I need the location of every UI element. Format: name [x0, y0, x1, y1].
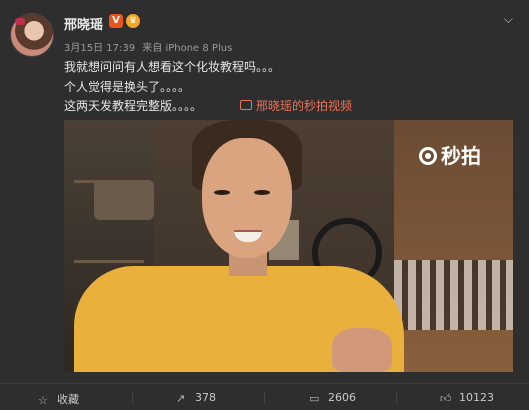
avatar-bow [15, 18, 25, 25]
post-text-line-1: 我就想问问有人想看这个化妆教程吗。。。 [64, 60, 281, 74]
repost-count: 378 [195, 391, 216, 404]
video-icon [240, 100, 252, 110]
post-text-line-2: 个人觉得是换头了。。。。 [64, 80, 191, 94]
comment-icon: ▭ [309, 392, 320, 405]
comment-count: 2606 [328, 391, 356, 404]
like-button[interactable]: 👍︎ 10123 [440, 391, 494, 404]
video-watermark-text: 秒拍 [441, 144, 481, 168]
shelf [74, 260, 144, 263]
post-text-line-3: 这两天发教程完整版。。。。 [64, 99, 203, 113]
miaopai-logo-icon [419, 147, 437, 165]
post-meta: 3月15日 17:39 来自 iPhone 8 Plus [64, 39, 236, 54]
video-link[interactable]: 邢晓瑶的秒拍视频 [240, 97, 352, 114]
toy-shelf [394, 260, 513, 330]
repost-button[interactable]: ↗ 378 [176, 391, 216, 404]
favorite-label: 收藏 [57, 393, 79, 406]
favorite-button[interactable]: ☆ 收藏 [38, 391, 79, 407]
video-player[interactable]: 秒拍 [64, 120, 513, 372]
video-link-label: 邢晓瑶的秒拍视频 [256, 99, 353, 113]
video-watermark: 秒拍 [419, 140, 481, 169]
comment-button[interactable]: ▭ 2606 [309, 391, 356, 404]
clothes-pile [94, 180, 154, 220]
post-time[interactable]: 3月15日 17:39 [64, 43, 135, 54]
username[interactable]: 邢晓瑶 [64, 14, 103, 33]
person-hand [332, 328, 392, 372]
weibo-post-card: 邢晓瑶 V ♛ ⌵ 3月15日 17:39 来自 iPhone 8 Plus 我… [0, 0, 529, 410]
verified-badge-icon: V [109, 14, 123, 28]
post-source: 来自 iPhone 8 Plus [142, 43, 233, 54]
thumbs-up-icon: 👍︎ [440, 392, 452, 405]
divider [396, 392, 397, 404]
person-eye-right [254, 190, 270, 195]
star-icon: ☆ [38, 394, 48, 407]
divider [132, 392, 133, 404]
chevron-down-icon[interactable]: ⌵ [504, 12, 513, 27]
like-count: 10123 [459, 391, 494, 404]
vip-crown-icon: ♛ [126, 14, 140, 28]
divider [264, 392, 265, 404]
action-bar: ☆ 收藏 ↗ 378 ▭ 2606 👍︎ 10123 [0, 383, 529, 410]
person-eye-left [214, 190, 230, 195]
avatar[interactable] [10, 13, 54, 57]
repost-icon: ↗ [176, 392, 186, 405]
